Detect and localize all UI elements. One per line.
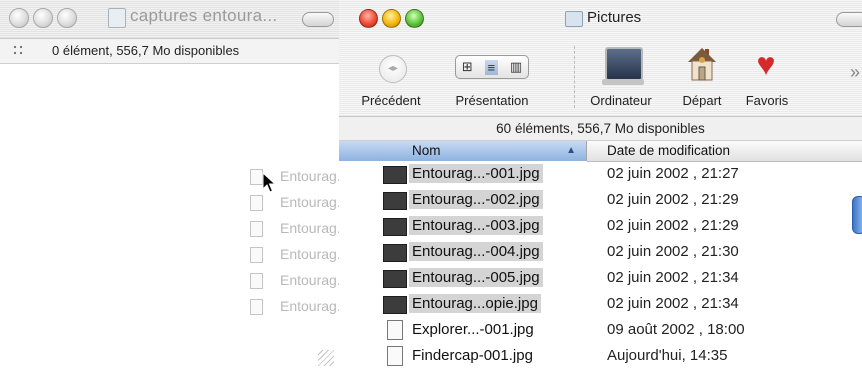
scrollbar-thumb[interactable] <box>852 196 862 234</box>
sort-ascending-icon: ▲ <box>566 145 576 156</box>
document-icon <box>250 299 263 315</box>
document-icon <box>387 320 403 340</box>
toolbar-overflow-chevron-icon[interactable]: » <box>850 62 860 83</box>
file-date: 02 juin 2002 , 21:30 <box>607 243 739 260</box>
file-name: Explorer...-001.jpg <box>412 321 534 338</box>
image-file-icon <box>383 270 407 288</box>
document-icon <box>250 195 263 211</box>
image-file-icon <box>383 218 407 236</box>
favorites-button[interactable]: ♥ Favoris <box>737 38 797 116</box>
minimize-button[interactable] <box>33 8 53 28</box>
file-row[interactable]: Entourag...-002.jpg 02 juin 2002 , 21:29 <box>339 187 862 213</box>
computer-base-icon <box>602 79 644 85</box>
file-name: Entourag...-002.jpg <box>409 190 543 209</box>
status-text: 0 élément, 556,7 Mo disponibles <box>52 43 240 58</box>
document-icon <box>250 247 263 263</box>
file-row[interactable]: Entourag...-004.jpg 02 juin 2002 , 21:30 <box>339 239 862 265</box>
icon-view-icon <box>12 44 24 56</box>
folder-icon <box>565 11 583 27</box>
status-bar: 60 éléments, 556,7 Mo disponibles <box>339 117 862 141</box>
toolbar-separator <box>574 46 576 108</box>
file-date: 02 juin 2002 , 21:29 <box>607 217 739 234</box>
favorites-label: Favoris <box>745 93 789 108</box>
file-name: Entourag...opie.jpg <box>409 294 541 313</box>
file-row[interactable]: Entourag...-001.jpg 02 juin 2002 , 21:27 <box>339 161 862 187</box>
image-file-icon <box>383 244 407 262</box>
document-icon <box>250 221 263 237</box>
zoom-button[interactable] <box>405 9 424 28</box>
arrow-cursor-icon <box>262 172 276 193</box>
file-name: Entourag...-005.jpg <box>409 268 543 287</box>
toolbar: ◂▸ Précédent ⊞ ≡ ▥ Présentation Ordinate… <box>339 38 862 117</box>
image-file-icon <box>383 192 407 210</box>
file-name: Findercap-001.jpg <box>412 347 533 364</box>
file-row[interactable]: Entourag...-005.jpg 02 juin 2002 , 21:34 <box>339 265 862 291</box>
toolbar-toggle-button[interactable] <box>302 12 334 27</box>
back-button[interactable]: ◂▸ Précédent <box>351 38 431 116</box>
file-date: 02 juin 2002 , 21:27 <box>607 165 739 182</box>
view-segmented-control[interactable]: ⊞ ≡ ▥ <box>455 55 529 79</box>
status-bar: 0 élément, 556,7 Mo disponibles <box>0 39 340 64</box>
file-date: Aujourd'hui, 14:35 <box>607 347 728 364</box>
computer-icon <box>605 47 643 81</box>
back-label: Précédent <box>361 93 421 108</box>
computer-button[interactable]: Ordinateur <box>581 38 661 116</box>
date-column-header[interactable]: Date de modification <box>587 141 862 162</box>
file-date: 02 juin 2002 , 21:29 <box>607 191 739 208</box>
left-window-titlebar[interactable]: captures entoura... <box>0 0 340 39</box>
file-date: 02 juin 2002 , 21:34 <box>607 295 739 312</box>
view-label: Présentation <box>455 93 529 108</box>
window-title: captures entoura... <box>130 6 278 25</box>
home-label: Départ <box>682 93 722 108</box>
file-row[interactable]: Explorer...-001.jpg 09 août 2002 , 18:00 <box>339 317 862 343</box>
toolbar-toggle-button[interactable] <box>836 12 862 27</box>
file-name: Entourag...-003.jpg <box>409 216 543 235</box>
icon-view-icon[interactable]: ⊞ <box>462 59 473 75</box>
computer-label: Ordinateur <box>590 93 652 108</box>
column-headers: Nom ▲ Date de modification <box>339 141 862 162</box>
home-icon <box>688 48 716 81</box>
list-view-icon[interactable]: ≡ <box>484 59 499 75</box>
left-finder-window[interactable]: captures entoura... 0 élément, 556,7 Mo … <box>0 0 356 371</box>
file-row[interactable]: Findercap-001.jpg Aujourd'hui, 14:35 <box>339 343 862 369</box>
column-view-icon[interactable]: ▥ <box>510 59 522 75</box>
document-icon <box>250 273 263 289</box>
file-name: Entourag...-001.jpg <box>409 164 543 183</box>
file-date: 02 juin 2002 , 21:34 <box>607 269 739 286</box>
image-file-icon <box>383 166 407 184</box>
home-button[interactable]: Départ <box>671 38 733 116</box>
heart-icon: ♥ <box>756 46 776 82</box>
name-column-header[interactable]: Nom ▲ <box>339 141 587 161</box>
file-name: Entourag...-004.jpg <box>409 242 543 261</box>
image-file-icon <box>383 296 407 314</box>
zoom-button[interactable] <box>57 8 77 28</box>
right-window-titlebar[interactable]: Pictures <box>339 0 862 38</box>
close-button[interactable] <box>9 8 29 28</box>
view-switcher[interactable]: ⊞ ≡ ▥ Présentation <box>437 38 547 116</box>
file-date: 09 août 2002 , 18:00 <box>607 321 745 338</box>
file-row[interactable]: Entourag...opie.jpg 02 juin 2002 , 21:34 <box>339 291 862 317</box>
document-icon <box>387 346 403 366</box>
window-title: Pictures <box>587 9 642 26</box>
resize-grip[interactable] <box>318 350 334 366</box>
folder-icon <box>108 8 126 28</box>
back-arrow-icon: ◂▸ <box>379 55 407 83</box>
pictures-finder-window[interactable]: Pictures ◂▸ Précédent ⊞ ≡ ▥ Présentation… <box>339 0 862 371</box>
minimize-button[interactable] <box>382 9 401 28</box>
file-row[interactable]: Entourag...-003.jpg 02 juin 2002 , 21:29 <box>339 213 862 239</box>
close-button[interactable] <box>359 9 378 28</box>
